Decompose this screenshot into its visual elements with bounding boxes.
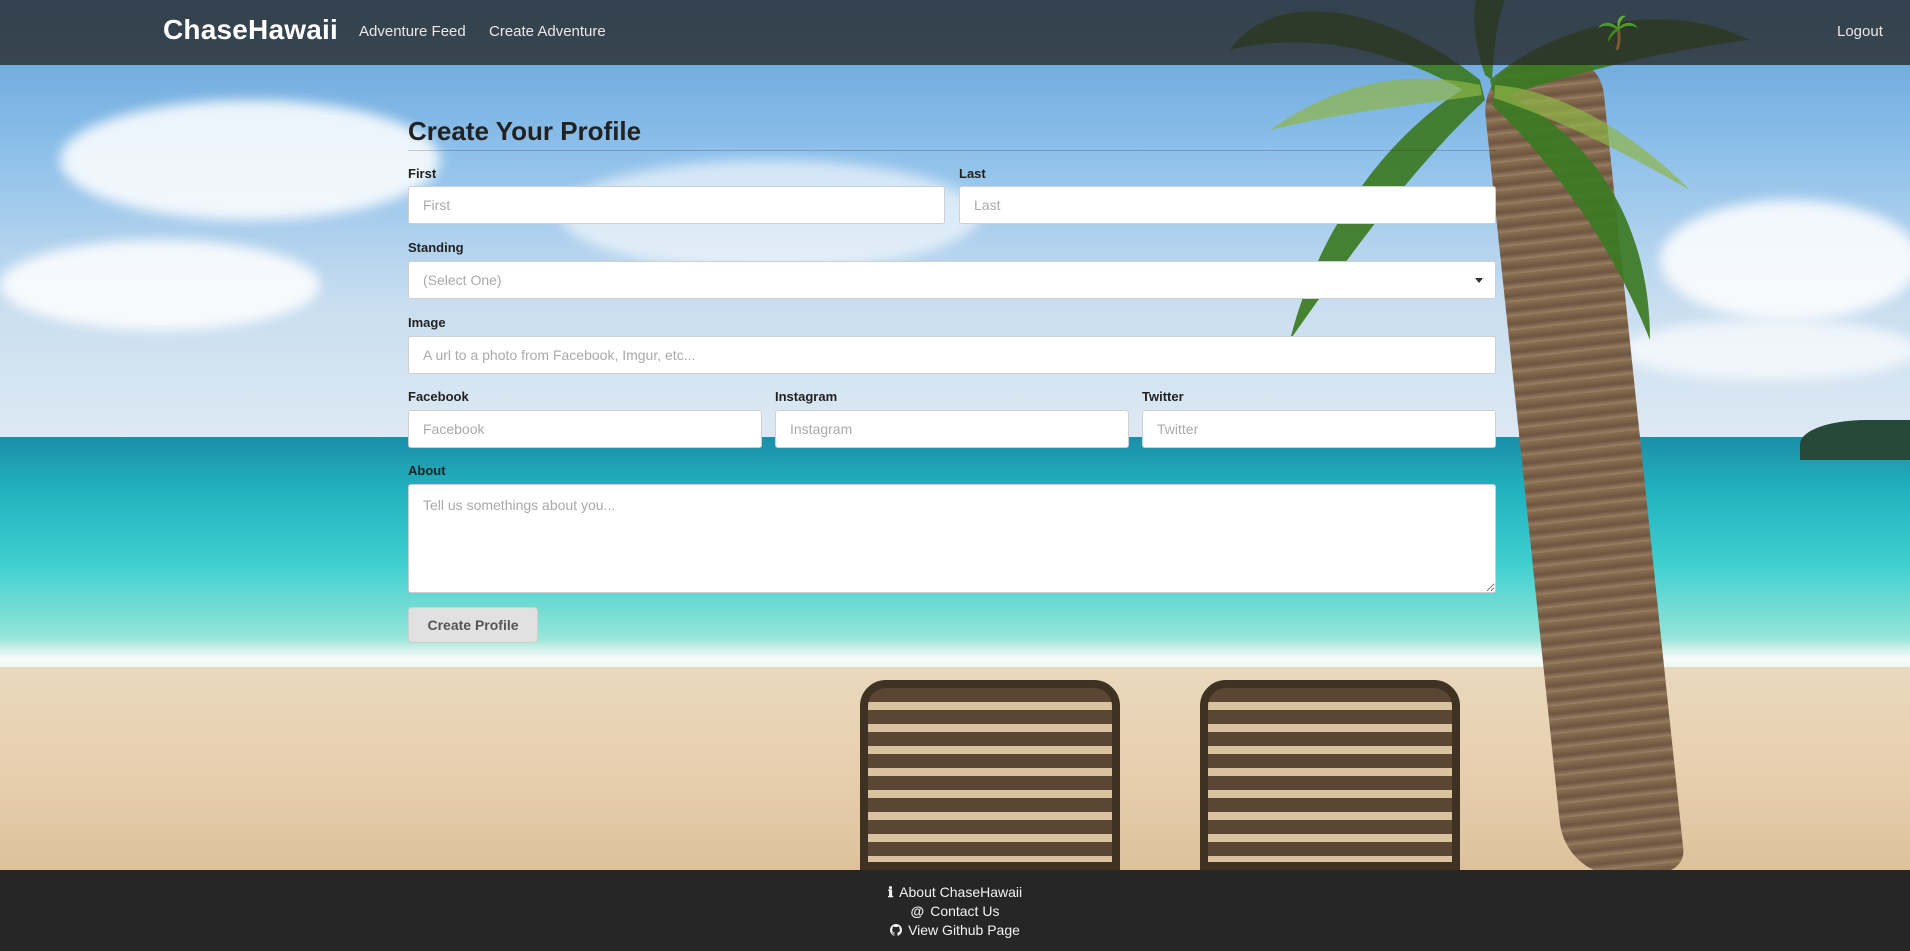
nav-create-adventure[interactable]: Create Adventure bbox=[489, 23, 606, 40]
last-name-input[interactable] bbox=[959, 186, 1496, 224]
footer-github-link[interactable]: View Github Page bbox=[0, 922, 1910, 938]
instagram-input[interactable] bbox=[775, 410, 1129, 448]
logout-link[interactable]: Logout bbox=[1837, 23, 1883, 40]
create-profile-form: Create Your Profile First Last Standing … bbox=[408, 116, 1496, 643]
navbar: ChaseHawaii Adventure Feed Create Advent… bbox=[0, 0, 1910, 65]
github-icon bbox=[890, 922, 903, 938]
create-profile-button[interactable]: Create Profile bbox=[408, 607, 538, 643]
cloud bbox=[60, 100, 440, 220]
standing-selected-value: (Select One) bbox=[423, 272, 502, 288]
about-textarea[interactable] bbox=[408, 484, 1496, 593]
standing-select[interactable]: (Select One) bbox=[408, 261, 1496, 299]
about-label: About bbox=[408, 463, 446, 478]
last-label: Last bbox=[959, 166, 986, 181]
beach-chair bbox=[1190, 680, 1470, 870]
first-name-input[interactable] bbox=[408, 186, 945, 224]
footer-about-link[interactable]: ℹ About ChaseHawaii bbox=[0, 884, 1910, 901]
palm-tree-icon bbox=[1598, 15, 1638, 50]
info-icon: ℹ bbox=[887, 884, 894, 900]
page-title: Create Your Profile bbox=[408, 116, 1496, 151]
facebook-input[interactable] bbox=[408, 410, 762, 448]
image-label: Image bbox=[408, 315, 446, 330]
facebook-label: Facebook bbox=[408, 389, 469, 404]
at-icon: @ bbox=[910, 903, 925, 919]
twitter-label: Twitter bbox=[1142, 389, 1184, 404]
standing-label: Standing bbox=[408, 240, 464, 255]
nav-adventure-feed[interactable]: Adventure Feed bbox=[359, 23, 466, 40]
twitter-input[interactable] bbox=[1142, 410, 1496, 448]
cloud bbox=[0, 240, 320, 330]
first-label: First bbox=[408, 166, 437, 181]
footer: ℹ About ChaseHawaii @ Contact Us View Gith… bbox=[0, 870, 1910, 951]
footer-contact-link[interactable]: @ Contact Us bbox=[0, 903, 1910, 919]
image-url-input[interactable] bbox=[408, 336, 1496, 374]
beach-chair bbox=[850, 680, 1130, 870]
dropdown-caret-icon bbox=[1475, 278, 1483, 283]
instagram-label: Instagram bbox=[775, 389, 838, 404]
brand-logo[interactable]: ChaseHawaii bbox=[163, 14, 338, 46]
